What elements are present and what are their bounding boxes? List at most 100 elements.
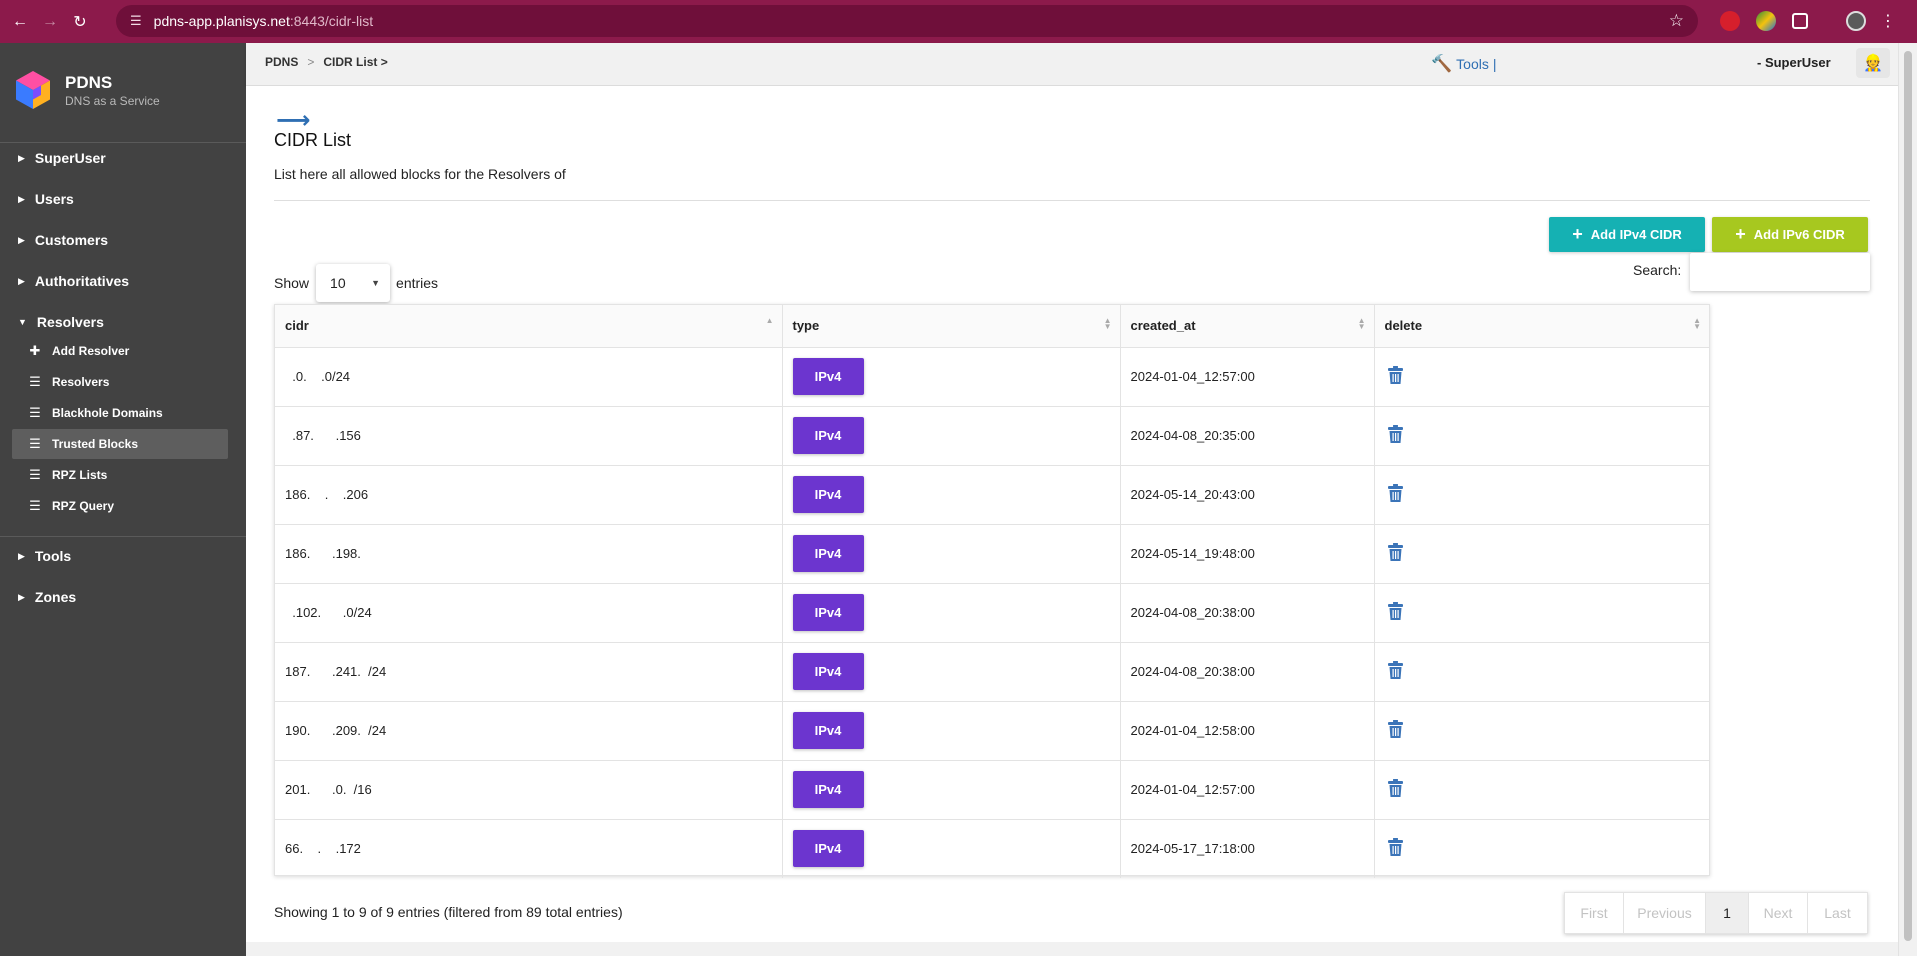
type-cell: IPv4 <box>782 583 1121 643</box>
type-cell: IPv4 <box>782 406 1121 466</box>
type-badge[interactable]: IPv4 <box>792 830 864 868</box>
show-label: Show <box>274 275 310 291</box>
trash-icon <box>1387 483 1403 502</box>
back-icon[interactable]: ← <box>10 12 30 32</box>
breadcrumb: PDNS > CIDR List > <box>265 55 388 69</box>
bookmark-star-icon[interactable]: ☆ <box>1669 11 1684 31</box>
type-badge[interactable]: IPv4 <box>792 771 864 808</box>
site-settings-icon[interactable]: ☰ <box>130 13 142 29</box>
created-at-cell: 2024-04-08_20:38:00 <box>1120 583 1375 643</box>
profile-avatar-icon[interactable] <box>1846 11 1866 31</box>
sidebar-subitem-label: Add Resolver <box>52 344 130 358</box>
extension-icon[interactable] <box>1720 11 1740 31</box>
sidebar-item-customers[interactable]: ▶ Customers <box>18 232 108 248</box>
scrollbar[interactable] <box>1898 43 1917 956</box>
delete-button[interactable] <box>1385 365 1404 388</box>
sidebar-item-tools[interactable]: ▶ Tools <box>18 548 71 564</box>
drive-extension-icon[interactable] <box>1756 11 1776 31</box>
column-header-delete[interactable]: delete ▲ ▼ <box>1374 305 1709 348</box>
pagination-page-1[interactable]: 1 <box>1706 893 1749 933</box>
table-row: .0. .0/24 IPv4 2024-01-04_12:57:00 <box>275 347 1709 407</box>
created-at-cell: 2024-01-04_12:58:00 <box>1120 701 1375 761</box>
trash-icon <box>1387 778 1403 797</box>
browser-toolbar: ← → ↻ ☰ pdns-app.planisys.net:8443/cidr-… <box>0 0 1917 43</box>
delete-button[interactable] <box>1385 542 1404 565</box>
column-header-created-at[interactable]: created_at ▲ ▼ <box>1120 305 1375 348</box>
brand-name: PDNS <box>65 72 113 92</box>
scrollbar-thumb[interactable] <box>1904 51 1912 941</box>
brand[interactable]: PDNS DNS as a Service <box>16 71 160 109</box>
user-avatar-icon[interactable]: 👷 <box>1856 48 1890 78</box>
table-row: .87. .156 IPv4 2024-04-08_20:35:00 <box>275 406 1709 466</box>
type-cell: IPv4 <box>782 465 1121 525</box>
column-header-cidr[interactable]: cidr ▲ <box>275 305 783 348</box>
address-bar[interactable]: ☰ pdns-app.planisys.net:8443/cidr-list ☆ <box>116 5 1698 37</box>
sidebar-item-label: SuperUser <box>34 150 106 166</box>
sidebar-subitem-rpz-lists[interactable]: ☰ RPZ Lists <box>12 460 228 490</box>
search-input[interactable] <box>1690 253 1870 291</box>
delete-button[interactable] <box>1385 778 1404 801</box>
cidr-cell: 187. .241. /24 <box>275 642 783 702</box>
sidebar-subitem-rpz-query[interactable]: ☰ RPZ Query <box>12 491 228 521</box>
extensions-puzzle-icon[interactable] <box>1792 13 1808 29</box>
pagination-next[interactable]: Next <box>1749 893 1808 933</box>
created-at-cell: 2024-04-08_20:35:00 <box>1120 406 1375 466</box>
entries-per-page-select[interactable]: 10 ▼ <box>316 264 391 302</box>
caret-right-icon: ▶ <box>18 234 25 245</box>
delete-button[interactable] <box>1385 601 1404 624</box>
tools-link-label[interactable]: Tools <box>1456 56 1489 72</box>
column-header-label: type <box>792 318 820 334</box>
type-badge[interactable]: IPv4 <box>792 653 864 690</box>
column-header-label: cidr <box>285 318 309 334</box>
pagination-first[interactable]: First <box>1565 893 1624 933</box>
column-header-type[interactable]: type ▲ ▼ <box>782 305 1121 348</box>
type-badge[interactable]: IPv4 <box>792 476 864 513</box>
delete-button[interactable] <box>1385 483 1404 506</box>
cidr-table: cidr ▲ type ▲ ▼ created_at ▲ ▼ delete ▲ ▼ .0. .… <box>275 305 1709 878</box>
sort-icon: ▲ ▼ <box>1357 316 1366 331</box>
sidebar-item-label: Resolvers <box>36 314 104 330</box>
created-at-cell: 2024-05-17_17:18:00 <box>1120 819 1375 878</box>
table-body: .0. .0/24 IPv4 2024-01-04_12:57:00 .87. .1… <box>275 347 1709 878</box>
search-label: Search: <box>1633 262 1682 278</box>
breadcrumb-separator: > <box>307 55 315 69</box>
delete-button[interactable] <box>1385 424 1404 447</box>
type-cell: IPv4 <box>782 524 1121 584</box>
pagination-last[interactable]: Last <box>1808 893 1867 933</box>
caret-right-icon: ▶ <box>18 152 25 163</box>
reload-icon[interactable]: ↻ <box>70 12 90 32</box>
sidebar-item-resolvers[interactable]: ▼ Resolvers <box>18 314 104 330</box>
delete-button[interactable] <box>1385 660 1404 683</box>
trash-icon <box>1387 601 1403 620</box>
type-cell: IPv4 <box>782 701 1121 761</box>
type-badge[interactable]: IPv4 <box>792 358 864 395</box>
breadcrumb-home[interactable]: PDNS <box>265 55 298 69</box>
sidebar-subitem-resolvers[interactable]: ☰ Resolvers <box>12 367 228 397</box>
add-ipv4-cidr-button[interactable]: + Add IPv4 CIDR <box>1549 217 1705 252</box>
trash-icon <box>1387 365 1403 384</box>
pdns-logo-icon <box>16 71 50 109</box>
add-ipv6-cidr-button[interactable]: + Add IPv6 CIDR <box>1712 217 1868 252</box>
delete-button[interactable] <box>1385 837 1404 860</box>
type-badge[interactable]: IPv4 <box>792 594 864 631</box>
sidebar-item-users[interactable]: ▶ Users <box>18 191 74 207</box>
sidebar-subitem-trusted-blocks[interactable]: ☰ Trusted Blocks <box>12 429 228 459</box>
menu-kebab-icon[interactable]: ⋮ <box>1878 11 1898 31</box>
sidebar-subitem-add-resolver[interactable]: ✚ Add Resolver <box>12 336 228 366</box>
list-icon: ☰ <box>29 374 41 389</box>
forward-icon[interactable]: → <box>40 12 60 32</box>
sidebar-item-authoritatives[interactable]: ▶ Authoritatives <box>18 273 129 289</box>
pagination-previous[interactable]: Previous <box>1624 893 1706 933</box>
tools-link[interactable]: 🔨 Tools | <box>1431 54 1497 74</box>
delete-button[interactable] <box>1385 719 1404 742</box>
type-badge[interactable]: IPv4 <box>792 417 864 454</box>
sidebar-item-zones[interactable]: ▶ Zones <box>18 589 76 605</box>
sidebar-item-superuser[interactable]: ▶ SuperUser <box>18 150 106 166</box>
trash-icon <box>1387 424 1403 443</box>
sidebar-subitem-label: Blackhole Domains <box>52 406 163 420</box>
cidr-cell: 66. . .172 <box>275 819 783 878</box>
type-badge[interactable]: IPv4 <box>792 535 864 572</box>
type-badge[interactable]: IPv4 <box>792 712 864 749</box>
trash-icon <box>1387 660 1403 679</box>
sidebar-subitem-blackhole-domains[interactable]: ☰ Blackhole Domains <box>12 398 228 428</box>
